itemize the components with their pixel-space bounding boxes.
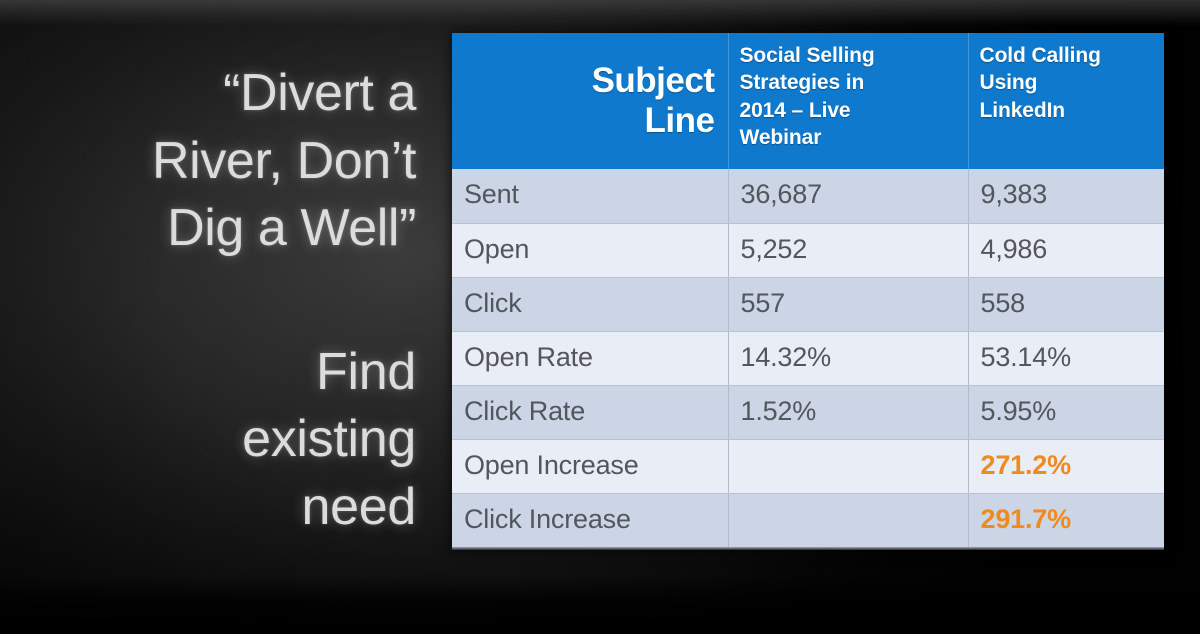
metrics-table: Subject Line Social Selling Strategies i…: [452, 33, 1164, 547]
column-header-subject-line: Subject Line: [452, 33, 729, 169]
row-label: Click Increase: [452, 493, 729, 547]
row-label: Open Rate: [452, 331, 729, 386]
quote-heading: “Divert a River, Don’t Dig a Well”: [152, 64, 416, 258]
table-header-row: Subject Line Social Selling Strategies i…: [452, 33, 1164, 169]
cell-cold-calling: 9,383: [968, 169, 1164, 224]
column-header-cold-calling: Cold Calling Using LinkedIn: [968, 33, 1164, 169]
cell-social-selling: 14.32%: [728, 331, 969, 386]
cell-cold-calling: 53.14%: [968, 331, 1164, 386]
subheading-text: Find existing need: [242, 342, 416, 536]
metrics-table-container: Subject Line Social Selling Strategies i…: [452, 33, 1164, 550]
cell-cold-calling-highlight: 271.2%: [968, 439, 1164, 494]
cell-cold-calling: 558: [968, 277, 1164, 332]
cell-cold-calling: 4,986: [968, 223, 1164, 278]
table-row: Sent 36,687 9,383: [452, 169, 1164, 224]
cell-cold-calling: 5.95%: [968, 385, 1164, 440]
table-row: Click Increase 291.7%: [452, 493, 1164, 547]
table-row: Open Increase 271.2%: [452, 439, 1164, 494]
cell-cold-calling-highlight: 291.7%: [968, 493, 1164, 547]
cell-social-selling: [728, 493, 969, 547]
cell-social-selling: 557: [728, 277, 969, 332]
table-row: Click 557 558: [452, 277, 1164, 332]
table-body: Sent 36,687 9,383 Open 5,252 4,986 Click 557 558…: [452, 169, 1164, 547]
slide: “Divert a River, Don’t Dig a Well” Find …: [0, 0, 1200, 634]
row-label: Open Increase: [452, 439, 729, 494]
table-header: Subject Line Social Selling Strategies i…: [452, 33, 1164, 169]
cell-social-selling: 1.52%: [728, 385, 969, 440]
table-row: Click Rate 1.52% 5.95%: [452, 385, 1164, 440]
cell-social-selling: 5,252: [728, 223, 969, 278]
table-row: Open Rate 14.32% 53.14%: [452, 331, 1164, 386]
top-letterbox-bar: [0, 0, 1200, 26]
table-row: Open 5,252 4,986: [452, 223, 1164, 278]
row-label: Sent: [452, 169, 729, 224]
table-bottom-edge: [452, 547, 1164, 550]
row-label: Click: [452, 277, 729, 332]
left-text-column: “Divert a River, Don’t Dig a Well” Find …: [24, 60, 416, 542]
cell-social-selling: 36,687: [728, 169, 969, 224]
cell-social-selling: [728, 439, 969, 494]
bottom-letterbox-bar: [0, 576, 1200, 634]
column-header-social-selling: Social Selling Strategies in 2014 – Live…: [728, 33, 969, 169]
row-label: Click Rate: [452, 385, 729, 440]
row-label: Open: [452, 223, 729, 278]
